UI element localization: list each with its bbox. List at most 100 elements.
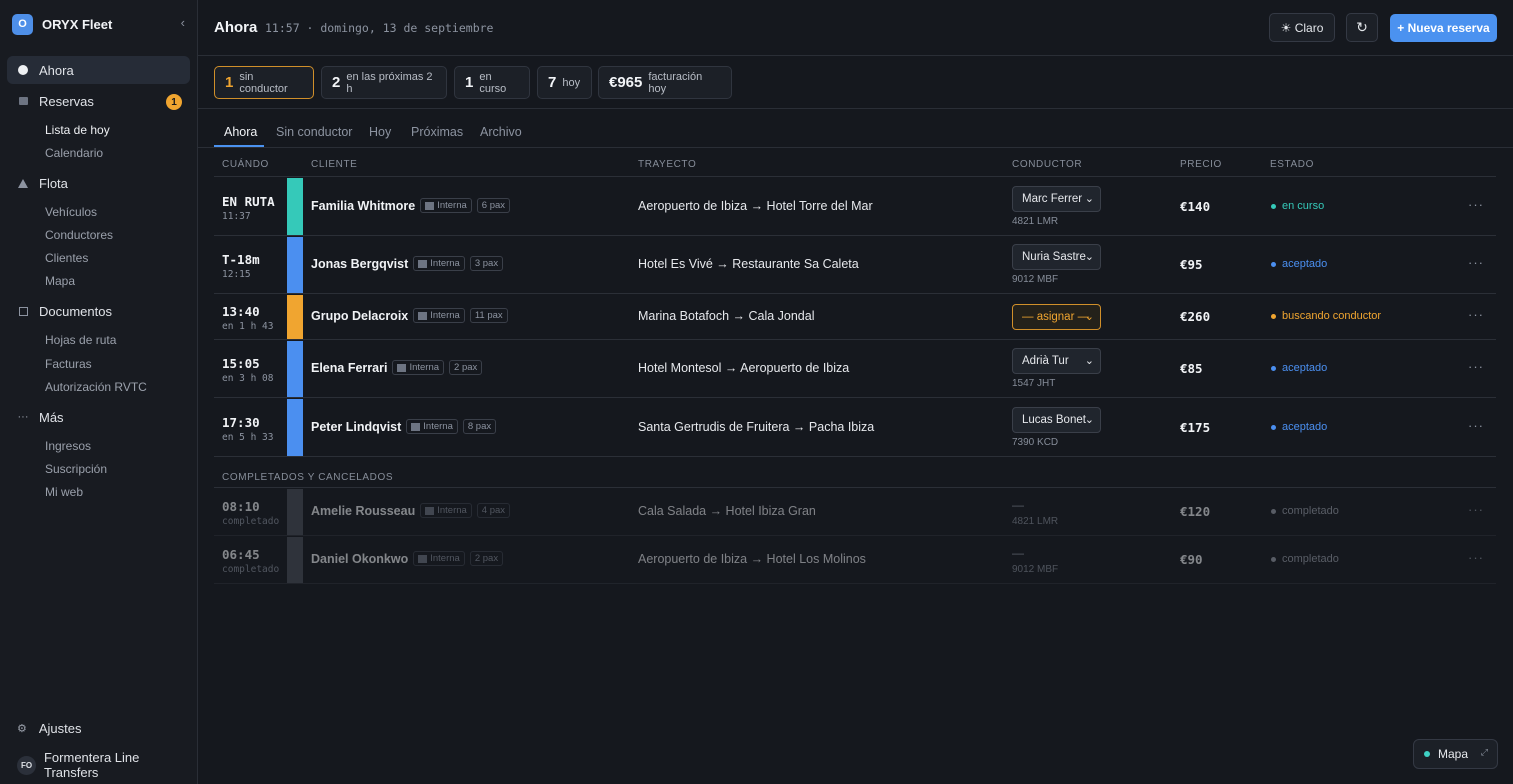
stat-proximas-2h[interactable]: 2 en las próximas 2 h [321, 66, 447, 99]
route-text: Hotel Montesol → Aeropuerto de Ibiza [638, 361, 850, 375]
more-options-icon[interactable]: ··· [1468, 307, 1484, 322]
driver-select-value: — asignar — [1022, 311, 1090, 323]
status-badge: en curso [1271, 200, 1324, 212]
new-booking-button[interactable]: + Nueva reserva [1390, 14, 1497, 42]
document-icon [18, 306, 28, 316]
pax-tag: 11 pax [469, 308, 508, 323]
column-header-cuando: CUÁNDO [222, 159, 269, 170]
column-header-cliente: CLIENTE [311, 159, 358, 170]
sidebar-item-mapa[interactable]: Mapa [45, 274, 75, 288]
route-text: Marina Botafoch → Cala Jondal [638, 309, 815, 323]
gear-icon: ⚙ [17, 723, 27, 735]
when-cell: 08:10 completado [222, 499, 279, 527]
stat-sin-conductor[interactable]: 1 sin conductor [214, 66, 314, 99]
chevron-down-icon: ⌄ [1084, 355, 1094, 367]
sidebar-item-clientes[interactable]: Clientes [45, 251, 88, 265]
chevron-down-icon: ⌄ [1084, 193, 1094, 205]
tab-ahora[interactable]: Ahora [224, 125, 257, 139]
sidebar-item-ingresos[interactable]: Ingresos [45, 439, 91, 453]
client-name[interactable]: Jonas Bergqvist [311, 257, 408, 271]
settings-link[interactable]: ⚙ Ajustes [17, 721, 82, 736]
table-row[interactable]: 17:30 en 5 h 33 Peter Lindqvist Interna … [214, 398, 1496, 457]
pax-tag: 4 pax [476, 503, 511, 518]
status-color-bar [287, 341, 303, 397]
when-relative: completado [222, 516, 280, 527]
client-name[interactable]: Elena Ferrari [311, 361, 387, 375]
stat-en-curso[interactable]: 1 en curso [454, 66, 530, 99]
table-row[interactable]: EN RUTA 11:37 Familia Whitmore Interna 6… [214, 177, 1496, 236]
theme-toggle-button[interactable]: ☀ Claro [1269, 13, 1335, 42]
client-name[interactable]: Peter Lindqvist [311, 420, 401, 434]
internal-tag: Interna [413, 308, 465, 323]
sidebar-item-lista-de-hoy[interactable]: Lista de hoy [45, 123, 110, 137]
expand-icon: ⤢ [1480, 747, 1488, 757]
sidebar-item-calendario[interactable]: Calendario [45, 146, 103, 160]
status-color-bar [287, 295, 303, 339]
tab-hoy[interactable]: Hoy [369, 125, 391, 139]
internal-tag: Interna [413, 551, 465, 566]
driver-select[interactable]: Nuria Sastre ⌄ [1012, 244, 1101, 270]
nav-item-reservas[interactable]: Reservas 1 [7, 87, 190, 115]
sidebar-item-facturas[interactable]: Facturas [45, 357, 92, 371]
account-switcher[interactable]: FO Formentera Line Transfers [17, 750, 197, 780]
when-time: 13:40 [222, 304, 260, 319]
when-time: 08:10 [222, 499, 260, 514]
sidebar-item-hojas-de-ruta[interactable]: Hojas de ruta [45, 333, 116, 347]
dot-icon [18, 65, 28, 75]
more-options-icon[interactable]: ··· [1468, 550, 1484, 565]
stat-value: 7 [548, 74, 557, 91]
sidebar-item-mi-web[interactable]: Mi web [45, 485, 83, 499]
when-cell: 06:45 completado [222, 547, 279, 575]
table-row[interactable]: 06:45 completado Daniel Okonkwo Interna … [214, 536, 1496, 584]
nav-item-mas[interactable]: ··· Más [7, 403, 190, 431]
driver-select[interactable]: Adrià Tur ⌄ [1012, 348, 1101, 374]
map-button[interactable]: Mapa ⤢ [1413, 739, 1498, 769]
stat-label: sin conductor [239, 70, 288, 95]
collapse-sidebar-icon[interactable]: ‹ [181, 15, 185, 30]
more-options-icon[interactable]: ··· [1468, 359, 1484, 374]
more-options-icon[interactable]: ··· [1468, 197, 1484, 212]
when-time: 15:05 [222, 356, 260, 371]
brand-logo: O [12, 13, 33, 35]
nav-item-ahora[interactable]: Ahora [7, 56, 190, 84]
more-options-icon[interactable]: ··· [1468, 418, 1484, 433]
stat-hoy[interactable]: 7 hoy [537, 66, 592, 99]
client-cell: Peter Lindqvist Interna 8 pax [311, 419, 497, 434]
status-badge: aceptado [1271, 421, 1327, 433]
nav-label: Flota [39, 175, 68, 191]
stat-facturacion-hoy[interactable]: €965 facturación hoy [598, 66, 732, 99]
price-value: €120 [1180, 504, 1211, 519]
sidebar-item-autorizacion-rvtc[interactable]: Autorización RVTC [45, 380, 147, 394]
driver-select[interactable]: — asignar — ⌄ [1012, 304, 1101, 330]
tab-sin-conductor[interactable]: Sin conductor [276, 125, 352, 139]
table-row[interactable]: 15:05 en 3 h 08 Elena Ferrari Interna 2 … [214, 340, 1496, 398]
sidebar-item-suscripcion[interactable]: Suscripción [45, 462, 107, 476]
client-cell: Elena Ferrari Interna 2 pax [311, 360, 483, 375]
nav-item-flota[interactable]: Flota [7, 169, 190, 197]
more-options-icon[interactable]: ··· [1468, 502, 1484, 517]
table-row[interactable]: T-18m 12:15 Jonas Bergqvist Interna 3 pa… [214, 236, 1496, 294]
refresh-icon[interactable]: ↻ [1346, 13, 1378, 42]
status-dot [1271, 556, 1276, 562]
sidebar-item-conductores[interactable]: Conductores [45, 228, 113, 242]
client-name[interactable]: Amelie Rousseau [311, 504, 415, 518]
status-dot [1271, 424, 1276, 430]
sidebar-item-vehiculos[interactable]: Vehículos [45, 205, 97, 219]
driver-cell: — asignar — ⌄ [1012, 304, 1101, 330]
nav-item-documentos[interactable]: Documentos [7, 297, 190, 325]
client-name[interactable]: Familia Whitmore [311, 199, 415, 213]
table-row[interactable]: 08:10 completado Amelie Rousseau Interna… [214, 488, 1496, 536]
driver-select[interactable]: Lucas Bonet ⌄ [1012, 407, 1101, 433]
nav-label: Más [39, 409, 64, 425]
client-name[interactable]: Grupo Delacroix [311, 309, 408, 323]
more-options-icon[interactable]: ··· [1468, 255, 1484, 270]
client-name[interactable]: Daniel Okonkwo [311, 552, 408, 566]
status-label: aceptado [1282, 421, 1328, 433]
driver-cell: Marc Ferrer ⌄ 4821 LMR [1012, 186, 1101, 227]
driver-select[interactable]: Marc Ferrer ⌄ [1012, 186, 1101, 212]
tab-proximas[interactable]: Próximas [411, 125, 463, 139]
tab-archivo[interactable]: Archivo [480, 125, 522, 139]
table-row[interactable]: 13:40 en 1 h 43 Grupo Delacroix Interna … [214, 294, 1496, 340]
status-badge: buscando conductor [1271, 310, 1381, 322]
ellipsis-icon: ··· [17, 411, 29, 423]
